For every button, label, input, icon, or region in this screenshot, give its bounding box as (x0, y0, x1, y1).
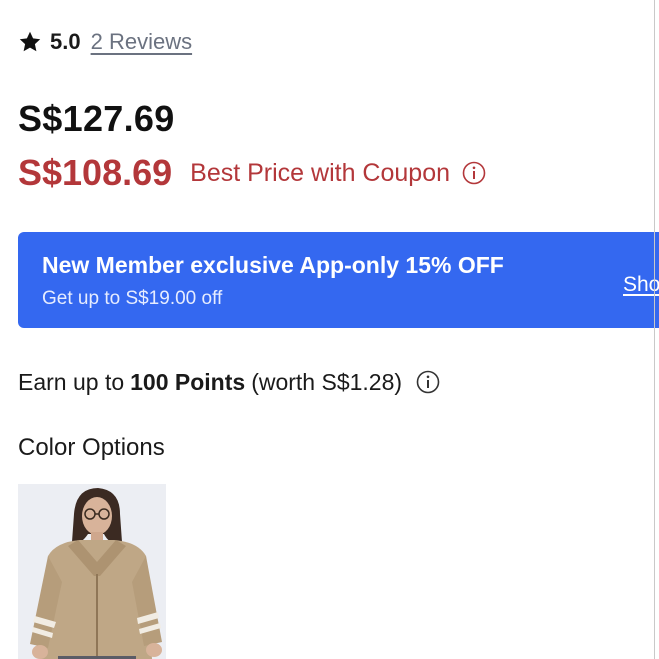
info-icon[interactable] (416, 370, 440, 394)
product-detail-panel: 5.0 2 Reviews S$127.69 S$108.69 Best Pri… (0, 0, 659, 659)
points-worth: (worth S$1.28) (251, 368, 403, 395)
jacket-model-image (18, 484, 166, 659)
rating-value: 5.0 (50, 29, 81, 54)
coupon-price: S$108.69 (18, 152, 173, 193)
promo-title: New Member exclusive App-only 15% OFF (42, 252, 504, 278)
coupon-price-row: S$108.69 Best Price with Coupon (18, 150, 486, 196)
info-icon[interactable] (462, 161, 486, 185)
color-options-heading: Color Options (18, 434, 165, 461)
points-amount: 100 Points (130, 368, 246, 395)
new-member-promo-banner[interactable]: New Member exclusive App-only 15% OFF Ge… (18, 232, 659, 328)
points-prefix: Earn up to (18, 368, 125, 395)
star-icon (19, 31, 41, 52)
reviews-link[interactable]: 2 Reviews (91, 29, 192, 55)
rating-row: 5.0 2 Reviews (18, 26, 192, 58)
coupon-label: Best Price with Coupon (190, 158, 451, 187)
original-price: S$127.69 (18, 98, 175, 139)
color-swatch-beige-jacket[interactable] (18, 484, 166, 659)
points-row: Earn up to 100 Points (worth S$1.28) (18, 364, 440, 400)
panel-edge-divider (654, 0, 655, 659)
promo-subtitle: Get up to S$19.00 off (42, 288, 223, 309)
